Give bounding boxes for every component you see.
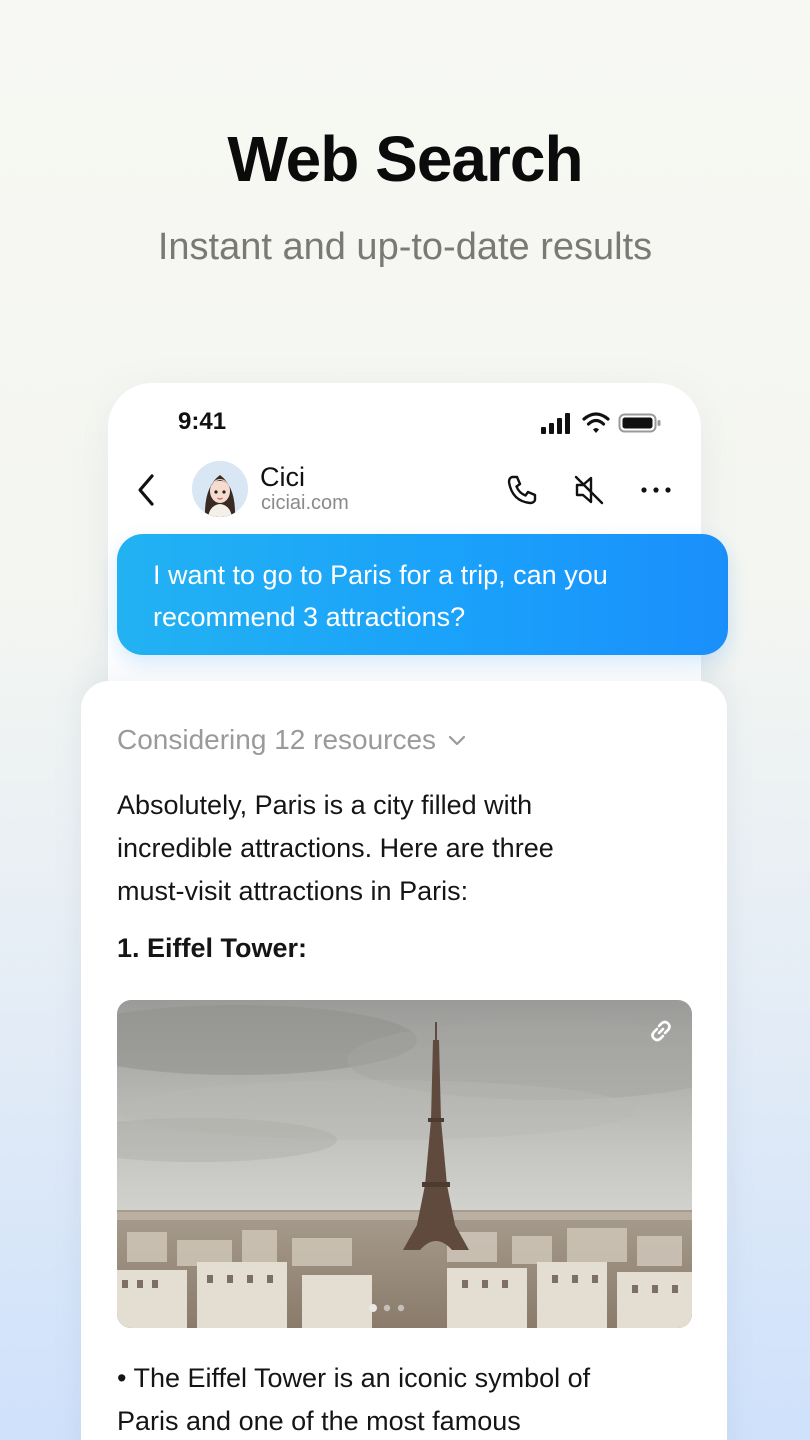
attraction-description-line: Paris and one of the most famous (117, 1406, 521, 1436)
avatar[interactable] (192, 461, 248, 517)
avatar-illustration (192, 461, 248, 517)
chevron-down-icon (448, 735, 466, 746)
assistant-intro-line: must-visit attractions in Paris: (117, 876, 469, 906)
back-button[interactable] (130, 470, 166, 510)
chevron-left-icon (138, 474, 154, 506)
assistant-intro-line: incredible attractions. Here are three (117, 833, 554, 863)
mute-icon (574, 475, 604, 505)
phone-icon (507, 475, 537, 505)
user-message-bubble[interactable]: I want to go to Paris for a trip, can yo… (117, 534, 728, 655)
assistant-intro-line: Absolutely, Paris is a city filled with (117, 790, 533, 820)
status-time: 9:41 (178, 408, 227, 435)
cellular-signal-icon (541, 413, 570, 434)
link-icon (651, 1020, 671, 1042)
promo-subheadline: Instant and up-to-date results (157, 226, 653, 268)
sources-toggle[interactable]: Considering 12 resources (117, 724, 468, 756)
promo-headline: Web Search (227, 123, 583, 195)
more-button[interactable] (636, 470, 676, 510)
battery-icon (618, 413, 661, 433)
mute-button[interactable] (569, 470, 609, 510)
attraction-title: 1. Eiffel Tower: (117, 933, 308, 963)
eiffel-tower-photo (117, 1000, 692, 1328)
call-button[interactable] (502, 470, 542, 510)
source-link-button[interactable] (646, 1016, 676, 1046)
contact-name: Cici (260, 462, 305, 492)
wifi-icon (582, 412, 610, 433)
attraction-description: • The Eiffel Tower is an iconic symbol o… (117, 1357, 697, 1440)
status-icons (540, 410, 662, 436)
more-icon (641, 487, 671, 493)
user-message-line: recommend 3 attractions? (153, 602, 466, 632)
user-message-line: I want to go to Paris for a trip, can yo… (153, 560, 608, 590)
attraction-description-line: • The Eiffel Tower is an iconic symbol o… (117, 1363, 591, 1393)
eiffel-tower-image[interactable] (117, 1000, 692, 1328)
contact-domain: ciciai.com (261, 492, 349, 514)
assistant-intro: Absolutely, Paris is a city filled with … (117, 784, 697, 913)
sources-label: Considering 12 resources (117, 724, 437, 755)
